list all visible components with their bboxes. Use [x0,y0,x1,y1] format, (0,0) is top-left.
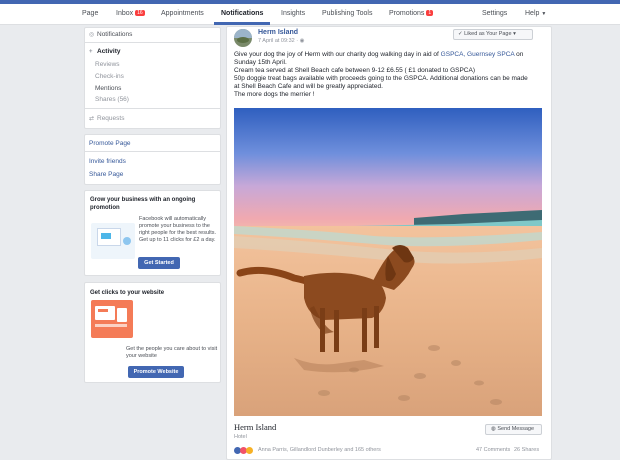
promo-description: Get the people you care about to visit y… [126,346,218,359]
nav-tab-page[interactable]: Page [82,10,98,17]
get-started-button[interactable]: Get Started [138,257,180,269]
promote-website-button[interactable]: Promote Website [128,366,184,378]
invite-friends-link[interactable]: Invite friends [89,158,126,165]
post-text-span: Give your dog the joy of Herm with our c… [234,51,441,58]
promo-title: Grow your business with an ongoing promo… [90,197,196,211]
promo-title: Get clicks to your website [90,290,165,296]
post-paragraph: Cream tea served at Shell Beach cafe bet… [234,67,476,74]
ongoing-promotion-card: Grow your business with an ongoing promo… [84,190,221,276]
post-message: Give your dog the joy of Herm with our c… [234,51,534,99]
sidebar-item-notifications[interactable]: ◎ Notifications [89,31,132,38]
page-nav-bar: Page Inbox 16 Appointments Notifications … [0,4,620,25]
gspca-link[interactable]: GSPCA, Guernsey SPCA [441,51,515,58]
nav-tab-inbox[interactable]: Inbox 16 [116,10,145,17]
active-tab-indicator [214,22,270,25]
share-page-link[interactable]: Share Page [89,171,123,178]
page-avatar[interactable] [234,29,252,47]
reactors-summary[interactable]: Anna Parris, Gillandlord Dunberley and 1… [258,447,381,453]
liked-as-page-button[interactable]: ✓ Liked as Your Page ▾ [453,29,533,40]
sidebar-item-mentions[interactable]: Mentions [95,85,121,92]
website-illustration [91,300,133,338]
nav-tab-publishing-tools[interactable]: Publishing Tools [322,10,372,17]
wow-reaction-icon[interactable] [246,447,253,454]
sidebar-item-checkins[interactable]: Check-ins [95,73,124,80]
send-message-label: Send Message [497,426,535,432]
post-photo[interactable] [234,108,542,416]
nav-tab-promotions-label: Promotions [389,10,425,17]
sidebar-item-requests[interactable]: ⇄ Requests [89,115,124,122]
sidebar-item-shares[interactable]: Shares (56) [95,96,129,103]
nav-tab-help-label: Help [525,10,540,17]
comments-count[interactable]: 47 Comments [476,447,510,453]
nav-tab-notifications[interactable]: Notifications [221,10,263,17]
sidebar-divider [84,108,221,109]
post-paragraph: The more dogs the merrier ! [234,91,315,98]
nav-tab-help[interactable]: Help ▼ [525,10,546,17]
nav-tab-settings[interactable]: Settings [482,10,507,17]
nav-tab-appointments[interactable]: Appointments [161,10,204,17]
post-paragraph: 50p doggie treat bags available with pro… [234,75,528,90]
sidebar-item-notifications-label: Notifications [97,31,133,38]
inbox-count-badge: 16 [135,10,145,16]
messenger-icon: ◍ [491,426,496,432]
nav-tab-promotions[interactable]: Promotions 1 [389,10,434,17]
page-category: Hotel [234,434,247,440]
sidebar-divider [84,42,221,43]
promo-illustration [91,223,135,259]
post-timestamp-label: 7 April at 09:32 [258,38,295,44]
promote-page-link[interactable]: Promote Page [89,140,131,147]
liked-as-page-label: Liked as Your Page [464,31,512,37]
nav-tab-insights[interactable]: Insights [281,10,305,17]
globe-icon: ◉ [299,38,305,44]
shares-count[interactable]: 26 Shares [514,447,539,453]
sidebar-divider [84,151,221,152]
post-paragraph: Give your dog the joy of Herm with our c… [234,51,534,67]
check-icon: ✓ [458,31,463,37]
promo-description: Facebook will automatically promote your… [139,216,217,243]
arrows-icon: ⇄ [89,116,95,122]
plus-icon: + [89,49,93,55]
post-timestamp[interactable]: 7 April at 09:32 · ◉ [258,38,304,44]
website-clicks-card: Get clicks to your website Get the peopl… [84,282,221,383]
page-name[interactable]: Herm Island [234,422,276,432]
send-message-button[interactable]: ◍ Send Message [485,424,542,435]
sidebar-item-reviews[interactable]: Reviews [95,61,120,68]
beach-dog-photo [234,108,542,416]
sidebar-item-activity[interactable]: + Activity [89,48,120,55]
promotions-count-badge: 1 [426,10,434,16]
sidebar-item-requests-label: Requests [97,115,125,122]
globe-icon: ◎ [89,32,95,38]
post-author-name[interactable]: Herm Island [258,29,298,36]
sidebar-item-activity-label: Activity [97,48,121,55]
chevron-down-icon: ▼ [541,11,547,17]
nav-tab-inbox-label: Inbox [116,10,134,17]
chevron-down-icon: ▾ [513,31,516,37]
reactions-bar: Anna Parris, Gillandlord Dunberley and 1… [234,447,544,456]
